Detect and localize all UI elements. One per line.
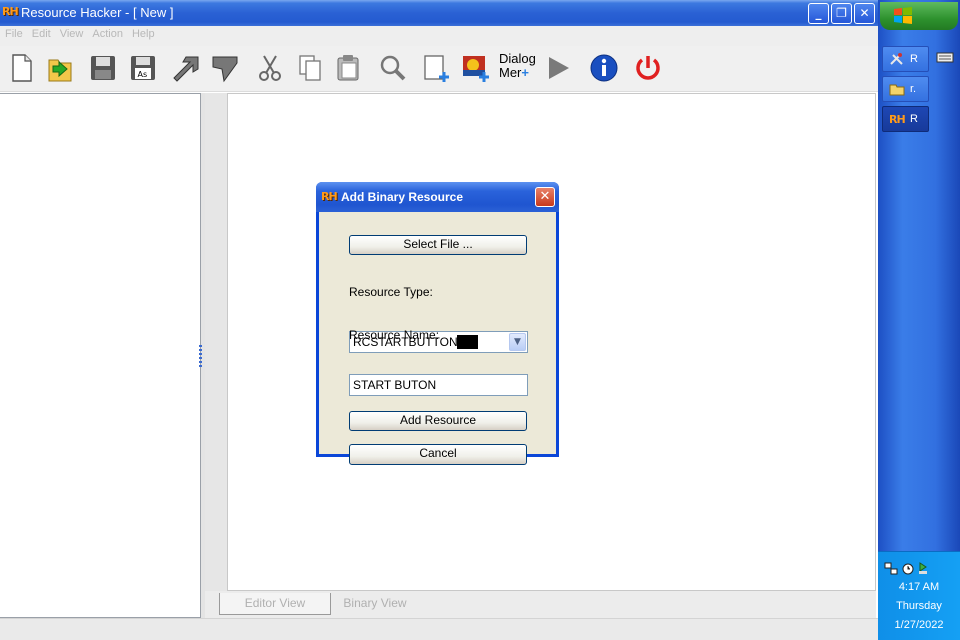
add-image-resource-icon	[463, 56, 489, 82]
text-selection-highlight	[457, 335, 478, 349]
dialog-logo-icon: RH	[321, 190, 338, 203]
rh-app-icon: RH	[889, 113, 906, 126]
tab-editor-view[interactable]: Editor View	[219, 593, 331, 615]
menu-action[interactable]: Action	[87, 26, 127, 40]
info-button[interactable]	[589, 52, 619, 84]
save-as-button[interactable]: As	[128, 52, 158, 84]
compile-arrow-icon	[173, 56, 199, 82]
clock-day: Thursday	[896, 600, 942, 612]
bookmark-arrow-button[interactable]	[210, 52, 240, 84]
start-button[interactable]	[880, 2, 958, 30]
cut-icon	[259, 55, 281, 81]
menu-bar: File Edit View Action Help	[0, 26, 878, 46]
cut-button[interactable]	[255, 52, 285, 84]
minimize-button[interactable]: _	[808, 3, 829, 24]
taskbar-button-2[interactable]: r.	[882, 76, 929, 102]
menu-file[interactable]: File	[0, 26, 27, 40]
dialog-title: Add Binary Resource	[341, 190, 464, 204]
maximize-button[interactable]: ❐	[831, 3, 852, 24]
copy-icon	[299, 55, 321, 81]
paste-button[interactable]	[333, 52, 363, 84]
clock-time[interactable]: 4:17 AM	[878, 581, 960, 593]
add-image-resource-button[interactable]	[461, 52, 491, 84]
resource-tree-pane[interactable]	[0, 93, 201, 618]
run-button[interactable]	[544, 52, 574, 84]
compile-button[interactable]	[170, 52, 200, 84]
dialog-body: Select File ... Resource Type: RCSTARTBU…	[319, 212, 556, 465]
windows-logo-icon	[894, 7, 912, 24]
dialog-menu-label-line2: Mer+	[499, 65, 529, 80]
tab-binary-view[interactable]: Binary View	[335, 593, 415, 615]
select-file-button[interactable]: Select File ...	[349, 235, 527, 255]
dialog-menu-button[interactable]: Dialog Mer+	[499, 51, 536, 84]
tray-app-icon[interactable]	[919, 562, 927, 574]
new-file-button[interactable]	[7, 52, 37, 84]
power-icon	[636, 56, 660, 80]
find-button[interactable]	[377, 52, 407, 84]
run-icon	[549, 57, 569, 79]
toolbar: As Dialog Mer+	[0, 46, 878, 92]
taskbar-button-3-label: R	[910, 113, 918, 125]
info-icon	[590, 54, 618, 82]
menu-view[interactable]: View	[55, 26, 88, 40]
tray-icons	[884, 562, 927, 575]
open-file-icon	[48, 59, 72, 82]
view-tabs: Editor View Binary View	[205, 591, 876, 618]
resource-name-label: Resource Name:	[349, 328, 440, 342]
add-resource-button[interactable]	[421, 52, 451, 84]
menu-edit[interactable]: Edit	[27, 26, 55, 40]
dialog-menu-label-line1: Dialog	[499, 51, 536, 66]
save-icon	[91, 56, 115, 80]
save-as-icon: As	[131, 56, 155, 80]
desktop: RH Resource Hacker - [ New ] _ ❐ ✕ File E…	[0, 0, 960, 640]
dialog-close-button[interactable]: ✕	[535, 187, 555, 207]
find-icon	[380, 55, 406, 81]
save-as-label: As	[138, 70, 148, 79]
network-icon[interactable]	[884, 562, 898, 575]
editor-line-gutter	[205, 93, 227, 591]
splitter-grip-icon[interactable]	[199, 345, 202, 369]
dialog-titlebar[interactable]: RH Add Binary Resource ✕	[316, 182, 559, 212]
add-resource-icon	[424, 55, 449, 82]
copy-button[interactable]	[295, 52, 325, 84]
paste-icon	[337, 55, 359, 81]
taskbar-button-2-label: r.	[910, 83, 917, 95]
chevron-down-icon[interactable]: ▼	[509, 333, 526, 351]
close-button[interactable]: ✕	[854, 3, 875, 24]
alarm-clock-icon[interactable]	[902, 563, 914, 575]
window-title: Resource Hacker - [ New ]	[21, 5, 174, 20]
menu-help[interactable]: Help	[127, 26, 159, 40]
add-binary-resource-dialog: RH Add Binary Resource ✕ Select File ...…	[316, 182, 559, 465]
system-tray: 4:17 AM Thursday 1/27/2022	[878, 551, 960, 640]
status-bar	[0, 618, 878, 640]
cancel-button[interactable]: Cancel	[349, 444, 527, 465]
resource-name-input[interactable]: START BUTON	[349, 374, 528, 396]
save-button[interactable]	[88, 52, 118, 84]
exit-button[interactable]	[633, 52, 663, 84]
keyboard-icon[interactable]	[936, 50, 954, 64]
new-file-icon	[12, 54, 32, 82]
tools-icon	[890, 53, 903, 65]
taskbar-button-1[interactable]: R	[882, 46, 929, 72]
window-titlebar[interactable]: RH Resource Hacker - [ New ] _ ❐ ✕	[0, 0, 878, 26]
resource-hacker-logo-icon: RH	[2, 5, 19, 18]
resource-type-label: Resource Type:	[349, 285, 433, 299]
taskbar-button-resource-hacker[interactable]: RH R	[882, 106, 929, 132]
taskbar: R r. RH R 4:17 AM Thursday 1/27/2022	[878, 0, 960, 640]
taskbar-button-1-label: R	[910, 53, 918, 65]
folder-icon	[889, 84, 905, 96]
add-resource-button[interactable]: Add Resource	[349, 411, 527, 431]
plus-icon: +	[521, 65, 529, 80]
clock-date: 1/27/2022	[894, 619, 944, 631]
bookmark-arrow-icon	[212, 56, 238, 83]
open-file-button[interactable]	[45, 52, 75, 84]
